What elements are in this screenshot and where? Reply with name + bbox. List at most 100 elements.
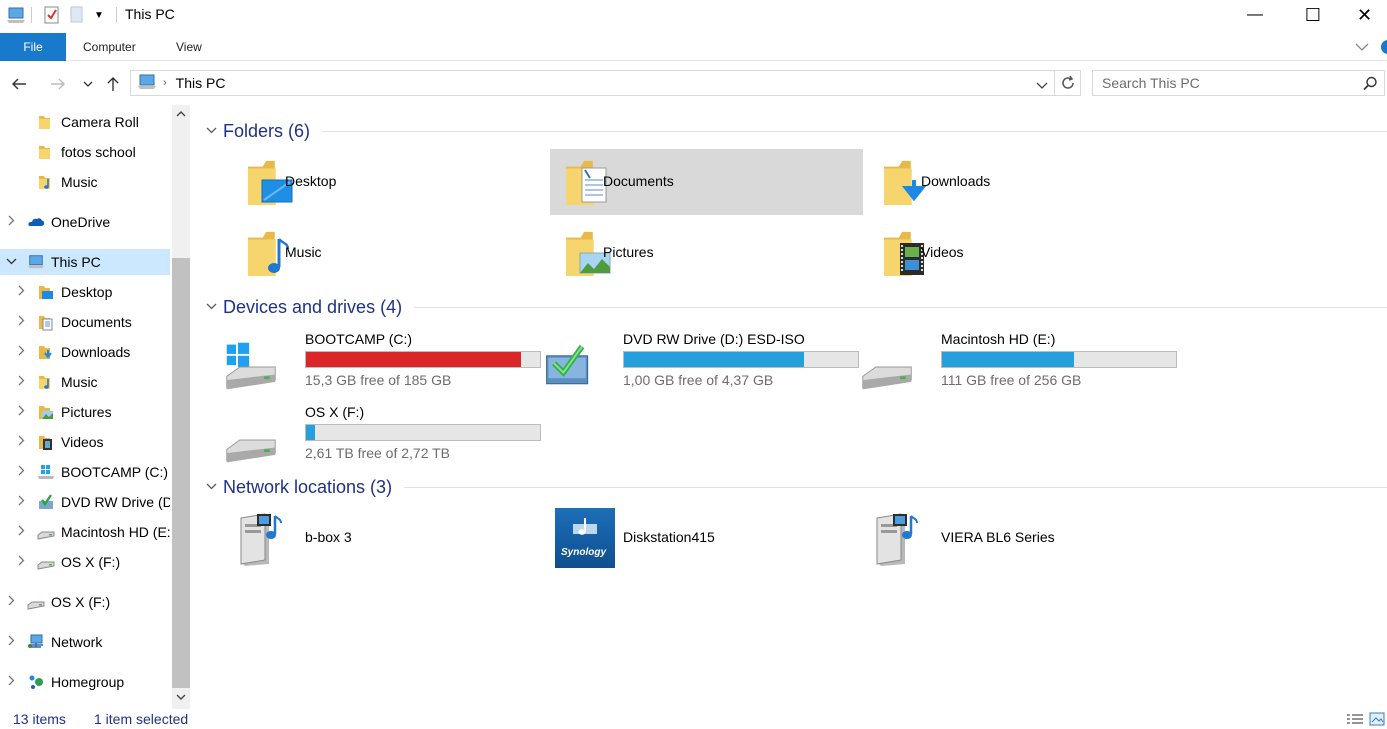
help-icon[interactable] xyxy=(1379,33,1387,61)
expand-ribbon-chevron-icon[interactable] xyxy=(1355,33,1369,61)
expand-chevron-icon[interactable] xyxy=(5,635,17,649)
homegroup-icon xyxy=(27,673,45,691)
nav-item-homegroup[interactable]: Homegroup xyxy=(0,669,170,695)
drive-tile[interactable]: BOOTCAMP (C:) 15,3 GB free of 185 GB xyxy=(221,329,541,397)
nav-item-label: Music xyxy=(61,174,98,190)
folder-tile[interactable]: Downloads xyxy=(868,149,1181,215)
new-folder-icon[interactable] xyxy=(70,5,84,25)
refresh-button[interactable] xyxy=(1055,70,1081,96)
drive-tile[interactable]: DVD RW Drive (D:) ESD-ISO 1,00 GB free o… xyxy=(539,329,859,397)
address-bar[interactable]: › This PC xyxy=(130,70,1055,96)
nav-item-documents[interactable]: Documents xyxy=(0,309,170,335)
tab-computer[interactable]: Computer xyxy=(83,33,136,61)
folder-tile[interactable]: Music xyxy=(232,220,545,286)
nav-item-this-pc[interactable]: This PC xyxy=(0,249,170,275)
forward-arrow-icon[interactable] xyxy=(46,72,70,96)
network-location-tile[interactable]: Synology Diskstation415 xyxy=(539,505,852,571)
network-location-tile[interactable]: b-box 3 xyxy=(221,505,534,571)
computer-icon[interactable] xyxy=(6,5,26,25)
downloads-folder-icon xyxy=(37,343,55,361)
breadcrumb[interactable]: This PC xyxy=(176,75,226,91)
breadcrumb-chevron-icon[interactable]: › xyxy=(163,77,167,89)
address-dropdown-chevron-icon[interactable] xyxy=(1036,77,1048,93)
back-arrow-icon[interactable] xyxy=(7,72,31,96)
media-server-icon xyxy=(231,507,291,569)
nav-item-network[interactable]: Network xyxy=(0,629,170,655)
drive-label: BOOTCAMP (C:) xyxy=(305,331,413,347)
collapse-chevron-icon[interactable] xyxy=(201,125,221,137)
search-icon[interactable] xyxy=(1363,76,1378,94)
network-location-tile[interactable]: VIERA BL6 Series xyxy=(857,505,1170,571)
expand-chevron-icon[interactable] xyxy=(15,405,27,419)
customize-toolbar-chevron-icon[interactable]: ▼ xyxy=(94,5,104,25)
nav-item-label: Desktop xyxy=(61,284,113,300)
search-input[interactable]: Search This PC xyxy=(1092,70,1385,96)
onedrive-icon xyxy=(27,213,45,231)
nav-item-label: This PC xyxy=(51,254,101,270)
expanded-chevron-icon[interactable] xyxy=(5,256,17,268)
maximize-button[interactable]: ☐ xyxy=(1284,0,1342,30)
details-view-icon[interactable] xyxy=(1346,713,1364,729)
collapse-chevron-icon[interactable] xyxy=(201,301,221,313)
nav-item-fotos-school[interactable]: fotos school xyxy=(0,139,170,165)
drive-tile[interactable]: OS X (F:) 2,61 TB free of 2,72 TB xyxy=(221,402,541,470)
scroll-up-arrow-icon[interactable] xyxy=(172,105,190,122)
nav-item-label: BOOTCAMP (C:) xyxy=(61,464,169,480)
expand-chevron-icon[interactable] xyxy=(5,215,17,229)
folder-label: Desktop xyxy=(285,173,337,189)
drive-tile[interactable]: Macintosh HD (E:) 111 GB free of 256 GB xyxy=(857,329,1177,397)
nav-item-os-x-f[interactable]: OS X (F:) xyxy=(0,549,170,575)
up-arrow-icon[interactable] xyxy=(101,72,125,96)
drive-usage-bar xyxy=(623,351,859,368)
scroll-down-arrow-icon[interactable] xyxy=(172,689,190,706)
close-button[interactable]: ✕ xyxy=(1342,0,1387,30)
expand-chevron-icon[interactable] xyxy=(15,525,27,539)
nav-item-music[interactable]: Music xyxy=(0,369,170,395)
nav-item-pictures[interactable]: Pictures xyxy=(0,399,170,425)
windows-drive-icon xyxy=(37,463,55,481)
folder-tile[interactable]: Pictures xyxy=(550,220,863,286)
expand-chevron-icon[interactable] xyxy=(15,315,27,329)
collapse-chevron-icon[interactable] xyxy=(201,481,221,493)
nav-item-camera-roll[interactable]: Camera Roll xyxy=(0,109,170,135)
nav-item-label: Music xyxy=(61,374,98,390)
nav-item-onedrive[interactable]: OneDrive xyxy=(0,209,170,235)
folder-tile[interactable]: Videos xyxy=(868,220,1181,286)
expand-chevron-icon[interactable] xyxy=(5,595,17,609)
folder-tile[interactable]: Documents xyxy=(550,149,863,215)
expand-chevron-icon[interactable] xyxy=(15,555,27,569)
tab-view[interactable]: View xyxy=(176,33,202,61)
expand-chevron-icon[interactable] xyxy=(15,495,27,509)
scroll-thumb[interactable] xyxy=(172,258,190,688)
minimize-button[interactable]: — xyxy=(1226,0,1284,30)
folder-label: Pictures xyxy=(603,244,654,260)
nav-item-music[interactable]: Music xyxy=(0,169,170,195)
expand-chevron-icon[interactable] xyxy=(15,465,27,479)
expand-chevron-icon[interactable] xyxy=(15,285,27,299)
nav-item-label: OS X (F:) xyxy=(61,554,121,570)
large-icons-view-icon[interactable] xyxy=(1369,712,1385,729)
group-header-drives[interactable]: Devices and drives (4) xyxy=(195,295,1387,319)
nav-item-dvd-rw-drive-d-esd-iso[interactable]: DVD RW Drive (D:) ESD-ISO xyxy=(0,489,170,515)
expand-chevron-icon[interactable] xyxy=(15,345,27,359)
group-header-network[interactable]: Network locations (3) xyxy=(195,475,1387,499)
nav-item-os-x-f[interactable]: OS X (F:) xyxy=(0,589,170,615)
nav-item-macintosh-hd-e[interactable]: Macintosh HD (E:) xyxy=(0,519,170,545)
nav-item-bootcamp-c[interactable]: BOOTCAMP (C:) xyxy=(0,459,170,485)
group-header-folders[interactable]: Folders (6) xyxy=(195,119,1387,143)
nav-item-videos[interactable]: Videos xyxy=(0,429,170,455)
nav-item-desktop[interactable]: Desktop xyxy=(0,279,170,305)
nav-item-label: DVD RW Drive (D:) ESD-ISO xyxy=(61,494,170,510)
folder-icon xyxy=(37,143,55,161)
nav-item-label: Downloads xyxy=(61,344,131,360)
tab-file[interactable]: File xyxy=(0,33,66,61)
expand-chevron-icon[interactable] xyxy=(5,675,17,689)
nav-item-downloads[interactable]: Downloads xyxy=(0,339,170,365)
group-title: Folders (6) xyxy=(223,120,311,141)
expand-chevron-icon[interactable] xyxy=(15,375,27,389)
expand-chevron-icon[interactable] xyxy=(15,435,27,449)
navigation-scrollbar[interactable] xyxy=(172,105,190,709)
recent-locations-chevron-icon[interactable] xyxy=(76,72,100,96)
folder-tile[interactable]: Desktop xyxy=(232,149,545,215)
properties-icon[interactable] xyxy=(42,5,62,25)
